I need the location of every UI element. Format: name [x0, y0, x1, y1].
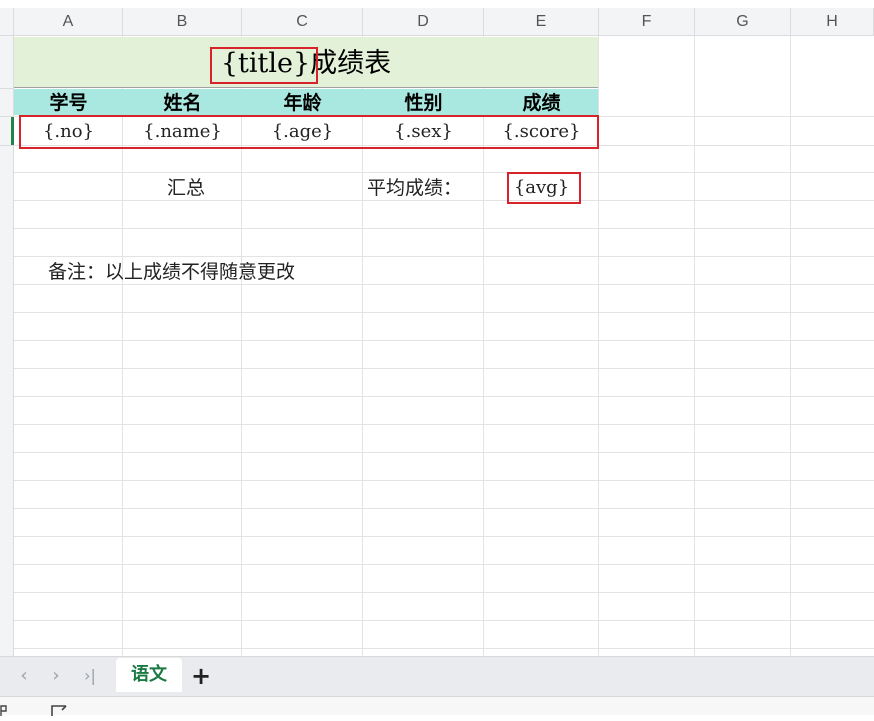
note-text[interactable]: 备注：以上成绩不得随意更改 [48, 258, 295, 286]
grid-hline [14, 648, 874, 649]
column-header-a[interactable]: A [14, 8, 123, 36]
grid-hline [14, 340, 874, 341]
header-age[interactable]: 年龄 [242, 89, 363, 115]
next-sheet-button[interactable]: › [46, 664, 66, 688]
select-all-corner[interactable] [0, 8, 14, 36]
avg-score-label[interactable]: 平均成绩： [367, 175, 462, 201]
add-sheet-button[interactable]: + [190, 662, 212, 690]
view-mode-icon[interactable] [0, 702, 8, 716]
row-divider [0, 88, 14, 89]
column-header-h[interactable]: H [791, 8, 874, 36]
grid-vline [694, 36, 695, 656]
title-suffix: 成绩表 [310, 48, 392, 79]
grid-hline [14, 592, 874, 593]
column-header-c[interactable]: C [242, 8, 363, 36]
grid-hline [14, 564, 874, 565]
grid-hline [14, 452, 874, 453]
grid-hline [14, 228, 874, 229]
last-sheet-button[interactable]: ›| [76, 664, 104, 688]
summary-label[interactable]: 汇总 [167, 175, 205, 201]
grid-hline [14, 536, 874, 537]
column-header-f[interactable]: F [599, 8, 695, 36]
grid-vline [790, 36, 791, 656]
grid-hline [14, 172, 874, 173]
grid-hline [14, 256, 874, 257]
view-mode-icon-glyph [0, 705, 7, 716]
grid-hline [14, 480, 874, 481]
header-gender[interactable]: 性别 [363, 89, 484, 115]
title-placeholder-highlight [210, 47, 318, 84]
top-strip [0, 0, 874, 8]
grid-hline [14, 424, 874, 425]
grid-hline [14, 396, 874, 397]
data-row-highlight [19, 115, 599, 149]
column-header-g[interactable]: G [695, 8, 791, 36]
grid-hline [14, 508, 874, 509]
sheet-view-icon[interactable] [50, 702, 70, 716]
column-header-b[interactable]: B [123, 8, 242, 36]
sheet-tab-active[interactable]: 语文 [116, 658, 182, 692]
avg-placeholder-highlight [507, 172, 581, 204]
grid-hline [14, 368, 874, 369]
prev-sheet-button[interactable]: ‹ [14, 664, 34, 688]
header-student-id[interactable]: 学号 [14, 89, 123, 115]
grid-hline [14, 312, 874, 313]
column-header-e[interactable]: E [484, 8, 599, 36]
column-header-d[interactable]: D [363, 8, 484, 36]
header-score[interactable]: 成绩 [484, 89, 599, 115]
grid-hline [14, 620, 874, 621]
row-divider [0, 145, 14, 146]
sheet-view-icon-glyph [51, 705, 67, 716]
header-name[interactable]: 姓名 [123, 89, 242, 115]
status-bar [0, 696, 874, 715]
